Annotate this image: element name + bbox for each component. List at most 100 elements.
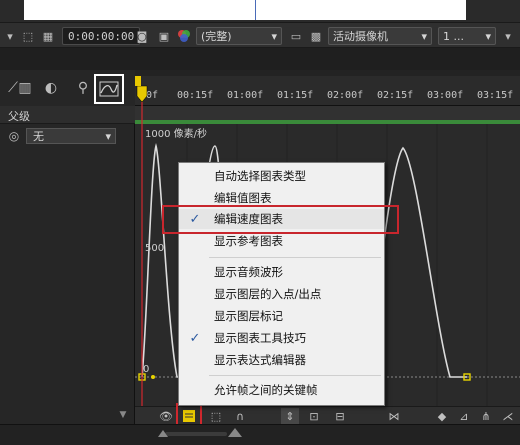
panel-divider	[0, 48, 520, 70]
parent-row: ◎ 无 ▾	[0, 126, 135, 146]
status-bar	[0, 424, 520, 445]
zoom-out-icon[interactable]	[158, 428, 168, 438]
time-ruler[interactable]: 00f 00:15f 01:00f 01:15f 02:00f 02:15f 0…	[135, 76, 520, 106]
convert-linear-button[interactable]: ⊿	[455, 408, 473, 424]
chevron-down-icon: ▾	[105, 129, 111, 143]
ruler-label: 02:00f	[327, 90, 364, 101]
viewer-menu-button[interactable]: ▾	[2, 26, 18, 46]
chevron-down-icon: ▾	[7, 29, 13, 43]
chevron-down-icon: ▾	[485, 29, 491, 43]
toggle-transparency-grid-button[interactable]: ▩	[308, 26, 324, 46]
motion-blur-icon: ◐	[44, 80, 58, 96]
snapshot-icon: ▣	[158, 29, 170, 43]
zoom-in-icon[interactable]	[228, 426, 242, 438]
hold-keyframe-icon: ◆	[437, 409, 447, 423]
brainstorm-button[interactable]: ⚲	[72, 78, 94, 98]
auto-zoom-height-button[interactable]: ⇕	[281, 408, 299, 424]
show-snapshot-button[interactable]: ▣	[156, 26, 172, 46]
menu-separator	[209, 375, 381, 376]
work-area-start-marker[interactable]	[135, 76, 141, 86]
layer-panel: 父级 ◎ 无 ▾ ▼	[0, 106, 135, 424]
menu-item-label: 显示图表工具技巧	[214, 331, 306, 345]
ruler-label: 02:15f	[377, 90, 414, 101]
viewer-extra-button[interactable]: ▾	[500, 26, 516, 46]
convert-hold-button[interactable]: ◆	[433, 408, 451, 424]
magnet-icon: ∩	[235, 409, 245, 423]
menu-item-show-reference-graph[interactable]: 显示参考图表	[179, 231, 384, 251]
convert-auto-bezier-button[interactable]: ⋔	[477, 408, 495, 424]
fit-selection-button[interactable]: ⊡	[305, 408, 323, 424]
menu-item-label: 自动选择图表类型	[214, 169, 306, 183]
graph-options-icon	[183, 410, 195, 422]
menu-item-label: 显示表达式编辑器	[214, 353, 306, 367]
easy-ease-button[interactable]: ⋌	[499, 408, 517, 424]
timeline-zoom-slider[interactable]	[165, 432, 227, 436]
show-properties-button[interactable]: 👁	[157, 408, 175, 424]
ruler-label: 03:00f	[427, 90, 464, 101]
menu-item-show-graph-tool-tips[interactable]: ✓ 显示图表工具技巧	[179, 328, 384, 348]
camera-view-select[interactable]: 活动摄像机 ▾	[328, 27, 432, 45]
transform-box-button[interactable]: ⬚	[207, 408, 225, 424]
menu-item-show-layer-markers[interactable]: 显示图层标记	[179, 306, 384, 326]
checkmark-icon: ✓	[189, 211, 201, 227]
menu-item-label: 显示音频波形	[214, 265, 283, 279]
region-of-interest-button[interactable]: ⬚	[20, 26, 36, 46]
graph-editor-toggle[interactable]	[94, 74, 124, 104]
views-layout-value: 1 ...	[443, 29, 464, 43]
linear-keyframe-icon: ⊿	[459, 409, 469, 423]
snapshot-button[interactable]: ◙	[134, 26, 150, 46]
viewer-toolbar: ▾ ⬚ ▦ 0:00:00:00 ◙ ▣ (完整) ▾ ▭ ▩ 活动摄像机 ▾	[0, 22, 520, 48]
eye-icon: 👁	[159, 409, 173, 423]
ruler-label: 01:15f	[277, 90, 314, 101]
channels-button[interactable]	[176, 26, 192, 46]
checkerboard-icon: ▩	[310, 29, 322, 43]
ruler-label: 03:15f	[477, 90, 514, 101]
chevron-down-icon: ▾	[271, 29, 277, 43]
ruler-label: 00:15f	[177, 90, 214, 101]
menu-item-show-audio-waveforms[interactable]: 显示音频波形	[179, 262, 384, 282]
fast-previews-button[interactable]: ▭	[288, 26, 304, 46]
snap-button[interactable]: ∩	[231, 408, 249, 424]
region-of-interest-icon: ⬚	[22, 29, 34, 43]
checkmark-icon: ✓	[189, 330, 201, 346]
graph-editor-toolbar: 👁 ⬚ ∩ ⇕ ⊡ ⊟ ⋈ ◆ ⊿ ⋔ ⋌	[135, 403, 520, 429]
camera-view-value: 活动摄像机	[333, 30, 388, 43]
parent-select[interactable]: 无 ▾	[26, 128, 116, 144]
transform-box-icon: ⬚	[210, 409, 222, 423]
menu-item-show-expression-editor[interactable]: 显示表达式编辑器	[179, 350, 384, 370]
playhead[interactable]	[135, 76, 149, 426]
pick-whip-icon[interactable]: ◎	[7, 129, 21, 143]
menu-item-edit-value-graph[interactable]: 编辑值图表	[179, 188, 384, 208]
overflow-icon: ▾	[505, 29, 511, 43]
fit-selection-icon: ⊡	[309, 409, 319, 423]
menu-item-label: 显示图层的入点/出点	[214, 287, 322, 301]
motion-blur-button[interactable]: ◐	[40, 78, 62, 98]
y-axis-top-label: 1000 像素/秒	[145, 129, 207, 140]
resolution-select[interactable]: (完整) ▾	[196, 27, 282, 45]
transparency-grid-button[interactable]: ▦	[40, 26, 56, 46]
menu-item-allow-keyframes-between-frames[interactable]: 允许帧之间的关键帧	[179, 380, 384, 400]
parent-column-label: 父级	[8, 110, 30, 123]
playhead-handle[interactable]	[136, 85, 148, 103]
ruler-label: 01:00f	[227, 90, 264, 101]
menu-item-auto-select-graph-type[interactable]: 自动选择图表类型	[179, 166, 384, 186]
frame-blending-button[interactable]: ▥	[14, 78, 36, 98]
menu-item-edit-speed-graph[interactable]: ✓ 编辑速度图表	[179, 209, 384, 229]
views-layout-select[interactable]: 1 ... ▾	[438, 27, 496, 45]
menu-item-label: 编辑速度图表	[214, 212, 283, 226]
grid-icon: ▦	[42, 29, 54, 43]
menu-item-show-layer-in-out-points[interactable]: 显示图层的入点/出点	[179, 284, 384, 304]
composition-canvas	[24, 0, 466, 20]
brainstorm-icon: ⚲	[77, 80, 89, 96]
timecode-display[interactable]: 0:00:00:00	[62, 27, 141, 45]
separate-dimensions-icon: ⋈	[388, 409, 400, 423]
work-area-track[interactable]	[135, 106, 520, 120]
fit-all-icon: ⊟	[335, 409, 345, 423]
bezier-handle[interactable]	[151, 375, 155, 379]
separate-dimensions-button[interactable]: ⋈	[385, 408, 403, 424]
chevron-down-icon: ▾	[421, 29, 427, 43]
resolution-value: (完整)	[201, 30, 232, 43]
scroll-down-arrow[interactable]: ▼	[116, 410, 130, 424]
timeline-toolbar: ⟋ ▥ ◐ ⚲	[0, 70, 135, 106]
fit-all-button[interactable]: ⊟	[331, 408, 349, 424]
